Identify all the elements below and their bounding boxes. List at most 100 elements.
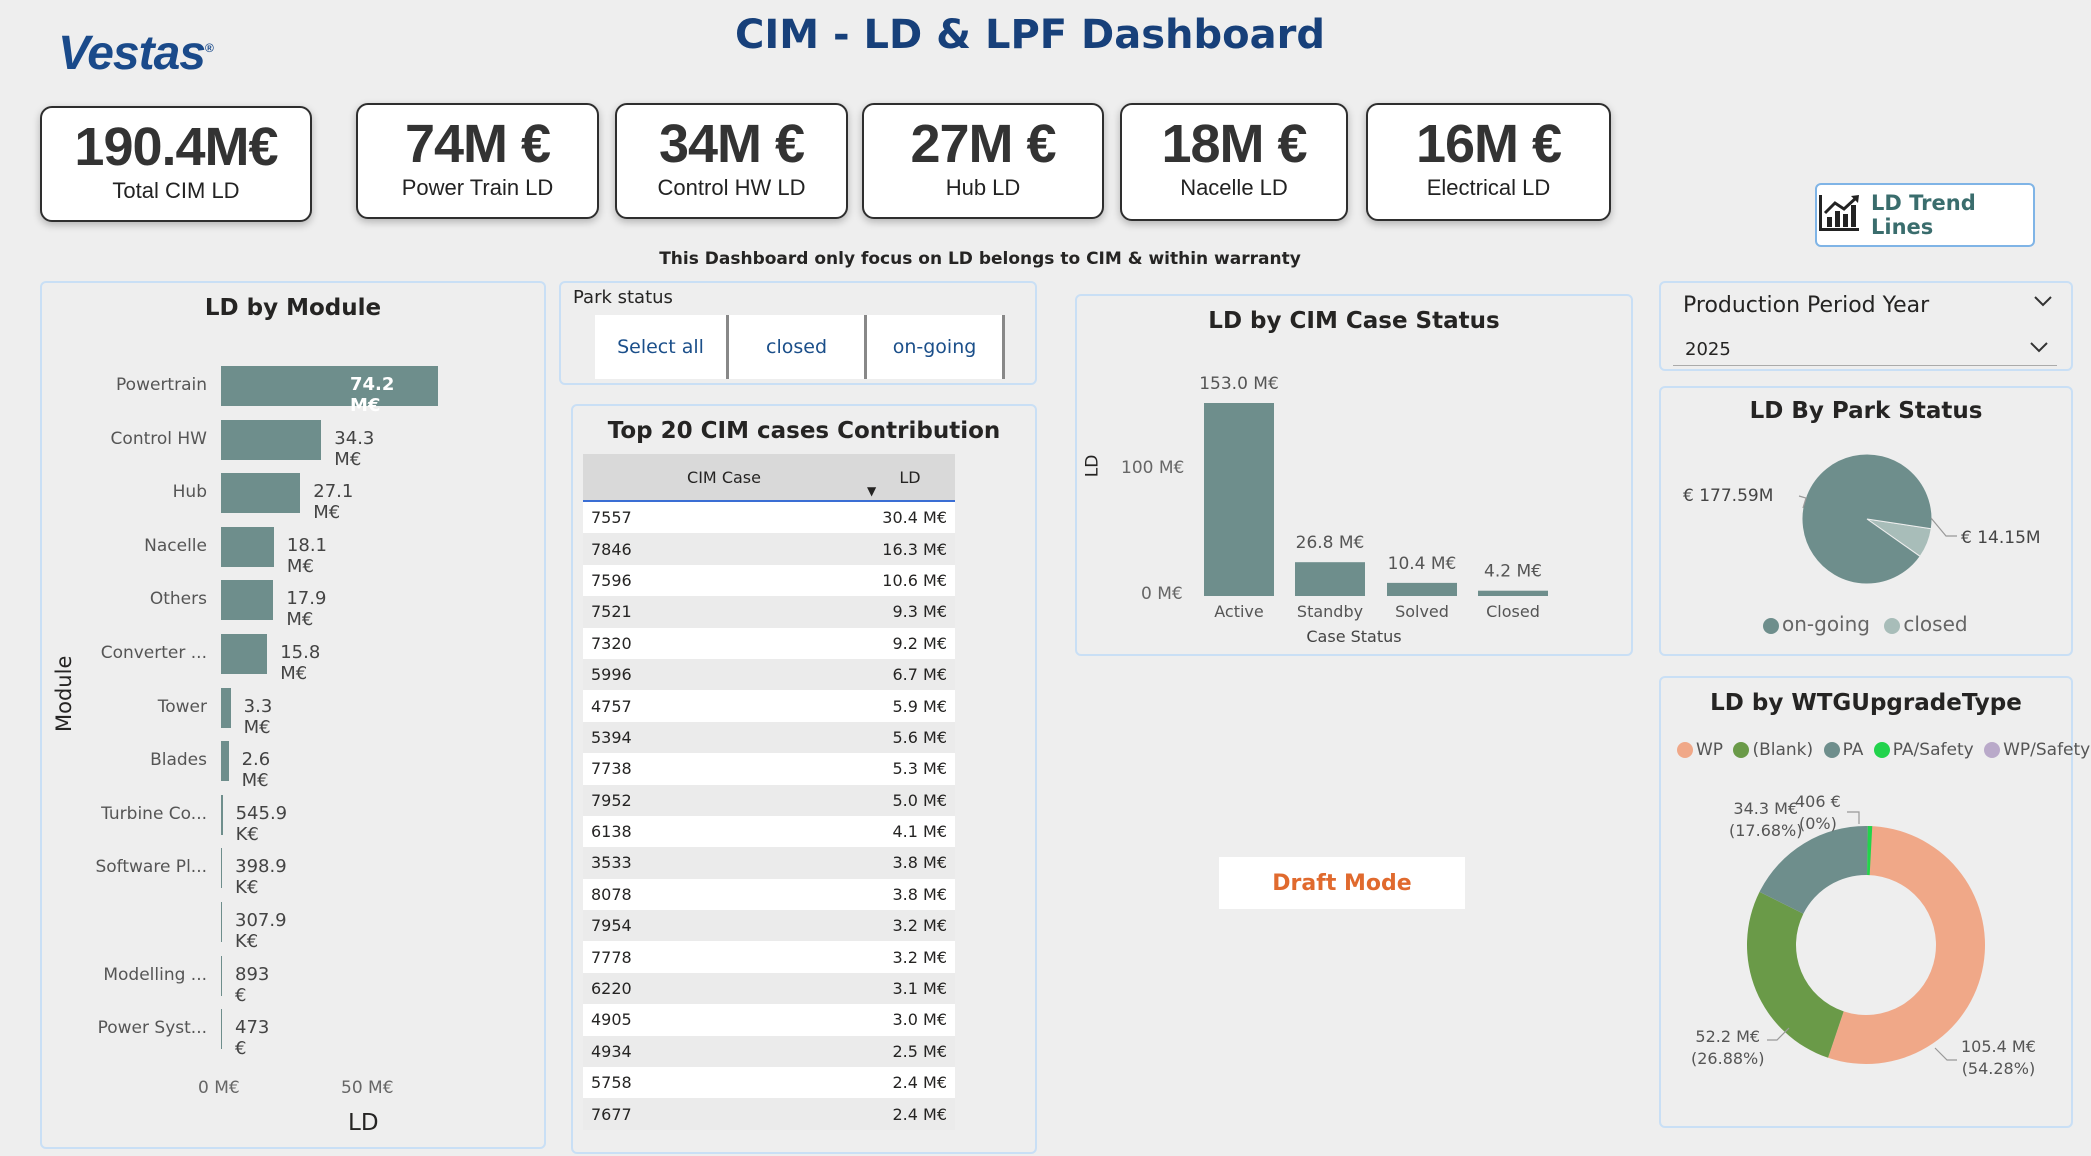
case-status-category-label: Closed: [1486, 602, 1540, 621]
donut-label-pa-safety-value: 406 €: [1795, 792, 1841, 811]
case-status-bar: [1387, 582, 1457, 596]
module-bar[interactable]: [221, 526, 274, 567]
kpi-label: Hub LD: [945, 175, 1021, 200]
draft-mode-label: Draft Mode: [1219, 857, 1465, 909]
module-bar[interactable]: [221, 794, 223, 835]
kpi-control-hw-ld: 34M € Control HW LD: [615, 103, 848, 219]
pie-label-on-going: € 177.59M: [1683, 486, 1774, 506]
table-row[interactable]: 6220 3.1 M€: [583, 972, 955, 1005]
cim-case-cell: 6138: [583, 815, 865, 848]
col-header-cim-case[interactable]: CIM Case: [583, 454, 865, 502]
slicer-option-select-all[interactable]: Select all: [595, 315, 729, 379]
kpi-value: 74M €: [404, 114, 551, 174]
module-bar[interactable]: [221, 419, 322, 460]
kpi-total-cim-ld: 190.4M€ Total CIM LD: [40, 106, 312, 222]
table-row[interactable]: 4905 3.0 M€: [583, 1004, 955, 1036]
ld-cell: 5.9 M€: [865, 690, 955, 722]
case-status-value-label: 4.2 M€: [1484, 562, 1542, 582]
table-row[interactable]: 7952 5.0 M€: [583, 784, 955, 816]
kpi-label: Control HW LD: [657, 175, 806, 200]
donut-label-pa-safety-pct: (0%): [1798, 814, 1837, 833]
kpi-label: Electrical LD: [1426, 175, 1551, 200]
table-row[interactable]: 7677 2.4 M€: [583, 1098, 955, 1130]
module-value-label: 473 €: [235, 1017, 270, 1060]
year-dropdown[interactable]: 2025: [1673, 333, 2057, 366]
module-bar[interactable]: [221, 848, 223, 889]
slicer-option-on-going[interactable]: on-going: [867, 315, 1005, 379]
slicer-option-closed[interactable]: closed: [729, 315, 867, 379]
ld-cell: 5.3 M€: [865, 753, 955, 785]
ld-cell: 3.2 M€: [865, 910, 955, 942]
donut-leader-wp: [1934, 1047, 1957, 1061]
module-bar[interactable]: [221, 741, 229, 782]
donut-label-pa-safety: 406 € (0%): [1795, 791, 1841, 835]
table-row[interactable]: 6138 4.1 M€: [583, 815, 955, 848]
case-status-x-title: Case Status: [1306, 627, 1402, 646]
ld-trend-lines-button[interactable]: LD Trend Lines: [1815, 183, 2035, 247]
case-status-value-label: 26.8 M€: [1296, 533, 1365, 553]
park-slicer-title: Park status: [573, 287, 673, 308]
col-header-ld[interactable]: LD ▼: [865, 454, 955, 502]
table-row[interactable]: 7320 9.2 M€: [583, 627, 955, 659]
module-bar[interactable]: [221, 687, 231, 728]
module-bar[interactable]: [221, 955, 222, 996]
cim-case-cell: 7846: [583, 533, 865, 565]
table-row[interactable]: 7778 3.2 M€: [583, 941, 955, 973]
col-ld-label: LD: [899, 467, 921, 487]
table-row[interactable]: 3533 3.8 M€: [583, 847, 955, 879]
donut-label-wp-pct: (54.28%): [1961, 1059, 2036, 1078]
module-value-label: 307.9 K€: [235, 910, 287, 952]
table-row[interactable]: 7846 16.3 M€: [583, 533, 955, 565]
module-label: Others: [149, 589, 207, 610]
module-bar[interactable]: [221, 634, 268, 674]
module-bar[interactable]: [221, 1009, 222, 1050]
cim-case-cell: 7557: [583, 501, 865, 534]
park-status-slicer: Park status Select all closed on-going: [559, 281, 1037, 385]
case-status-category-label: Active: [1214, 602, 1264, 621]
module-value-label: 398.9 K€: [235, 856, 287, 899]
ld-cell: 9.3 M€: [865, 596, 955, 628]
module-bar[interactable]: [221, 902, 222, 942]
cim-case-cell: 7320: [583, 627, 865, 659]
chart-trend-icon: [1817, 193, 1861, 238]
table-row[interactable]: 4757 5.9 M€: [583, 690, 955, 722]
table-row[interactable]: 8078 3.8 M€: [583, 878, 955, 911]
module-tick-0: 0 M€: [198, 1078, 240, 1098]
module-axis-title: Module: [52, 655, 76, 732]
table-row[interactable]: 5394 5.6 M€: [583, 721, 955, 754]
cim-case-cell: 4905: [583, 1004, 865, 1036]
pie-slice-on-going: [1801, 453, 1933, 585]
kpi-value: 27M €: [910, 114, 1056, 174]
module-bar[interactable]: [221, 580, 274, 621]
table-row[interactable]: 7954 3.2 M€: [583, 910, 955, 942]
table-row[interactable]: 7521 9.3 M€: [583, 596, 955, 628]
ld-cell: 6.7 M€: [865, 658, 955, 691]
module-label: Nacelle: [144, 535, 207, 556]
cim-case-cell: 4934: [583, 1035, 865, 1068]
table-row[interactable]: 5758 2.4 M€: [583, 1067, 955, 1099]
cim-case-cell: 7738: [583, 753, 865, 785]
module-x-axis-title: LD: [348, 1110, 379, 1136]
donut-label-pa-value: 34.3 M€: [1733, 799, 1799, 818]
module-label: Hub: [172, 482, 207, 503]
module-label: Converter ...: [100, 643, 207, 663]
collapse-chevron-icon[interactable]: [2033, 293, 2053, 312]
table-row[interactable]: 7738 5.3 M€: [583, 753, 955, 785]
table-row[interactable]: 7596 10.6 M€: [583, 564, 955, 597]
module-label: Control HW: [110, 428, 207, 449]
cim-case-cell: 5996: [583, 658, 865, 691]
table-row[interactable]: 5996 6.7 M€: [583, 658, 955, 691]
ld-cell: 3.8 M€: [865, 847, 955, 879]
kpi-label: Power Train LD: [401, 175, 554, 200]
module-bar[interactable]: [221, 366, 438, 406]
module-bar[interactable]: [221, 473, 301, 514]
cim-case-cell: 8078: [583, 878, 865, 911]
table-row[interactable]: 4934 2.5 M€: [583, 1035, 955, 1068]
cim-case-cell: 6220: [583, 972, 865, 1005]
table-row[interactable]: 7557 30.4 M€: [583, 501, 955, 534]
module-value-label: 17.9 M€: [286, 588, 327, 631]
module-value-label: 34.3 M€: [334, 427, 375, 470]
cim-case-cell: 7596: [583, 564, 865, 597]
case-status-chart: 153.0 M€ Active 26.8 M€ Standby 10.4 M€ Solve…: [1199, 374, 1597, 621]
year-dropdown-value: 2025: [1685, 339, 1731, 360]
